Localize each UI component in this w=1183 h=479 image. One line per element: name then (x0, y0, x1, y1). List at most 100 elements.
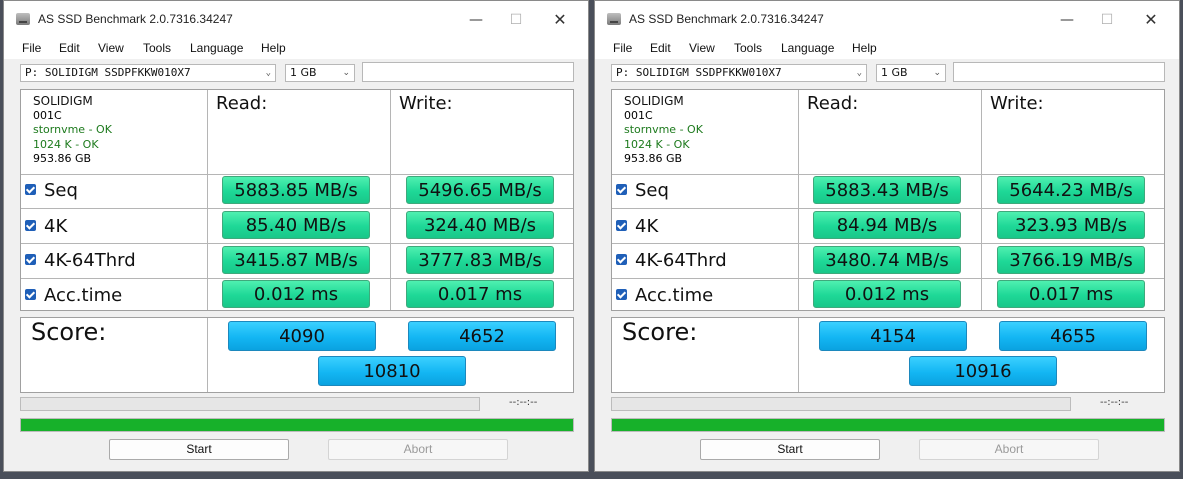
4k-read-value: 85.40 MB/s (222, 211, 370, 239)
drive-icon (607, 13, 621, 25)
maximize-button[interactable]: ☐ (496, 9, 536, 31)
elapsed-time: --:--:-- (509, 397, 538, 408)
menu-view[interactable]: View (98, 41, 124, 55)
read-header: Read: (216, 93, 268, 114)
seq-write-value: 5496.65 MB/s (406, 176, 554, 204)
checkbox-checked-icon[interactable] (616, 219, 627, 231)
row-seq[interactable]: Seq (25, 181, 78, 201)
maximize-button[interactable]: ☐ (1087, 9, 1127, 31)
abort-button[interactable]: Abort (328, 439, 508, 460)
size-select[interactable]: 1 GB ⌄ (876, 64, 946, 82)
menu-help[interactable]: Help (261, 41, 286, 55)
score-total: 10810 (318, 356, 466, 386)
checkbox-checked-icon[interactable] (616, 253, 627, 265)
seq-read-value: 5883.85 MB/s (222, 176, 370, 204)
start-button[interactable]: Start (109, 439, 289, 460)
title-bar[interactable]: AS SSD Benchmark 2.0.7316.34247 — ☐ ✕ (4, 1, 588, 39)
menu-tools[interactable]: Tools (734, 41, 762, 55)
drive-firmware: 001C (33, 108, 62, 122)
grid-divider (390, 90, 391, 310)
alignment-status: 1024 K - OK (624, 137, 690, 151)
drive-select[interactable]: P: SOLIDIGM SSDPFKKW010X7 ⌄ (20, 64, 276, 82)
score-label: Score: (31, 318, 107, 346)
score-grid: Score: 4154 4655 10916 (611, 317, 1165, 393)
menu-edit[interactable]: Edit (59, 41, 80, 55)
menu-bar: File Edit View Tools Language Help (595, 39, 1179, 59)
menu-edit[interactable]: Edit (650, 41, 671, 55)
menu-view[interactable]: View (689, 41, 715, 55)
menu-file[interactable]: File (22, 41, 41, 55)
start-button[interactable]: Start (700, 439, 880, 460)
checkbox-checked-icon[interactable] (25, 219, 36, 231)
checkbox-checked-icon[interactable] (616, 288, 627, 300)
benchmark-window-1: AS SSD Benchmark 2.0.7316.34247 — ☐ ✕ Fi… (3, 0, 589, 472)
close-button[interactable]: ✕ (1131, 9, 1171, 31)
checkbox-checked-icon[interactable] (616, 183, 627, 195)
chevron-down-icon: ⌄ (933, 68, 941, 78)
grid-divider (612, 208, 1164, 209)
total-progress-bar (611, 418, 1165, 432)
grid-divider (798, 318, 799, 392)
checkbox-checked-icon[interactable] (25, 253, 36, 265)
driver-status: stornvme - OK (33, 123, 112, 136)
grid-divider (612, 243, 1164, 244)
row-acc-time[interactable]: Acc.time (25, 286, 122, 306)
menu-file[interactable]: File (613, 41, 632, 55)
title-bar[interactable]: AS SSD Benchmark 2.0.7316.34247 — ☐ ✕ (595, 1, 1179, 39)
row-acc-time[interactable]: Acc.time (616, 286, 713, 306)
progress-fill (21, 419, 573, 431)
benchmark-window-2: AS SSD Benchmark 2.0.7316.34247 — ☐ ✕ Fi… (594, 0, 1180, 472)
minimize-button[interactable]: — (1047, 9, 1087, 31)
menu-bar: File Edit View Tools Language Help (4, 39, 588, 59)
score-write: 4655 (999, 321, 1147, 351)
row-4k[interactable]: 4K (616, 217, 658, 237)
progress-fill (612, 419, 1164, 431)
abort-button[interactable]: Abort (919, 439, 1099, 460)
4k64-write-value: 3777.83 MB/s (406, 246, 554, 274)
write-header: Write: (990, 93, 1044, 114)
row-seq[interactable]: Seq (616, 181, 669, 201)
score-read: 4154 (819, 321, 967, 351)
4k-write-value: 324.40 MB/s (406, 211, 554, 239)
minimize-button[interactable]: — (456, 9, 496, 31)
main-content: P: SOLIDIGM SSDPFKKW010X7 ⌄ 1 GB ⌄ SOLID… (595, 59, 1179, 471)
grid-divider (21, 174, 573, 175)
drive-capacity: 953.86 GB (624, 152, 683, 165)
elapsed-time: --:--:-- (1100, 397, 1129, 408)
score-write: 4652 (408, 321, 556, 351)
close-button[interactable]: ✕ (540, 9, 580, 31)
grid-divider (21, 208, 573, 209)
acc-write-value: 0.017 ms (997, 280, 1145, 308)
drive-firmware: 001C (624, 108, 653, 122)
menu-language[interactable]: Language (781, 41, 834, 55)
grid-divider (21, 243, 573, 244)
results-grid: SOLIDIGM 001C stornvme - OK 1024 K - OK … (20, 89, 574, 311)
4k64-write-value: 3766.19 MB/s (997, 246, 1145, 274)
grid-divider (21, 278, 573, 279)
row-4k-64thrd[interactable]: 4K-64Thrd (25, 251, 136, 271)
results-grid: SOLIDIGM 001C stornvme - OK 1024 K - OK … (611, 89, 1165, 311)
info-field[interactable] (362, 62, 574, 82)
checkbox-checked-icon[interactable] (25, 183, 36, 195)
driver-status: stornvme - OK (624, 123, 703, 136)
drive-select[interactable]: P: SOLIDIGM SSDPFKKW010X7 ⌄ (611, 64, 867, 82)
4k-write-value: 323.93 MB/s (997, 211, 1145, 239)
row-4k-64thrd[interactable]: 4K-64Thrd (616, 251, 727, 271)
drive-brand: SOLIDIGM (33, 94, 93, 108)
alignment-status: 1024 K - OK (33, 137, 99, 151)
drive-select-value: P: SOLIDIGM SSDPFKKW010X7 (25, 66, 191, 79)
acc-read-value: 0.012 ms (222, 280, 370, 308)
menu-language[interactable]: Language (190, 41, 243, 55)
menu-help[interactable]: Help (852, 41, 877, 55)
chevron-down-icon: ⌄ (265, 68, 271, 78)
menu-tools[interactable]: Tools (143, 41, 171, 55)
seq-write-value: 5644.23 MB/s (997, 176, 1145, 204)
checkbox-checked-icon[interactable] (25, 288, 36, 300)
write-header: Write: (399, 93, 453, 114)
row-4k[interactable]: 4K (25, 217, 67, 237)
info-field[interactable] (953, 62, 1165, 82)
drive-info: SOLIDIGM 001C stornvme - OK 1024 K - OK … (624, 94, 703, 167)
score-grid: Score: 4090 4652 10810 (20, 317, 574, 393)
size-select[interactable]: 1 GB ⌄ (285, 64, 355, 82)
total-progress-bar (20, 418, 574, 432)
